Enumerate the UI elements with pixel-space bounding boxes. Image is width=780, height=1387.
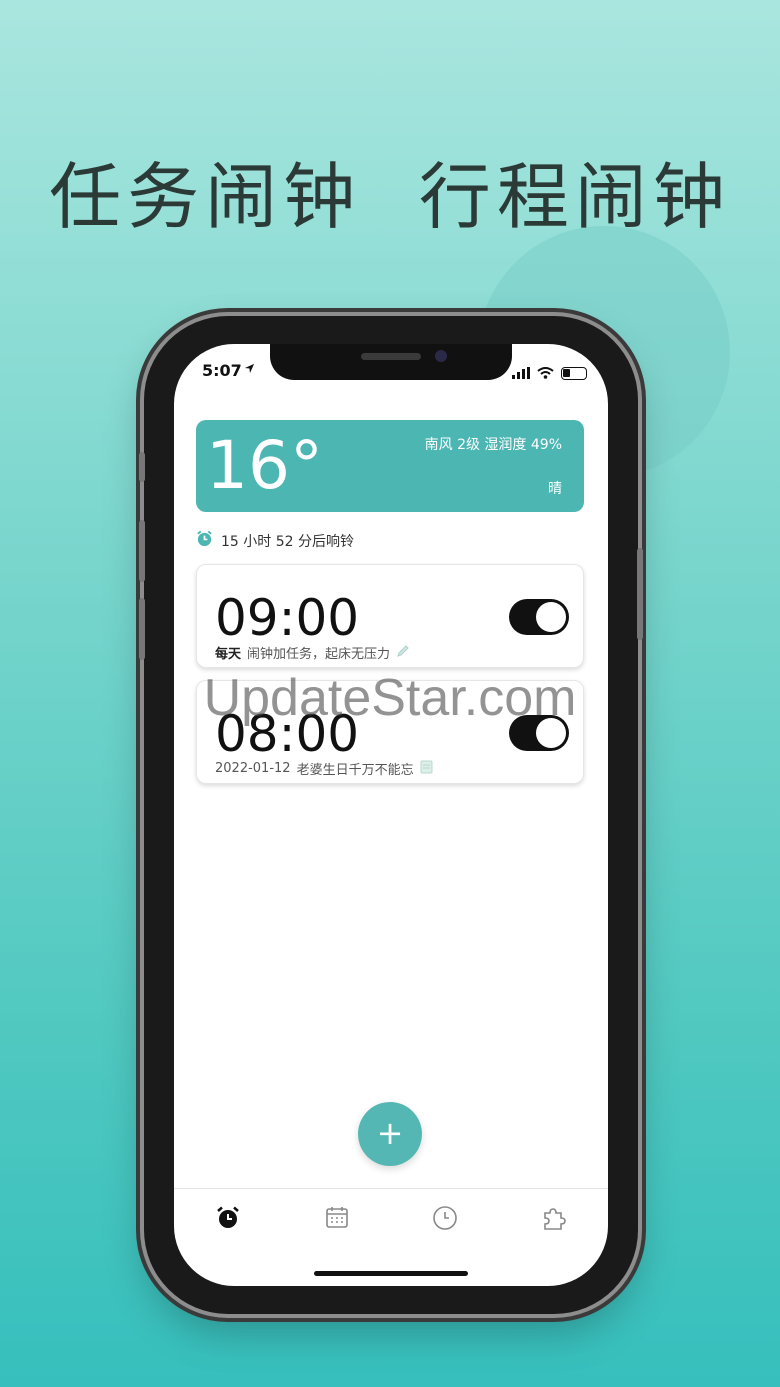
promo-headline: 任务闹钟 行程闹钟 — [49, 155, 731, 239]
front-camera — [435, 350, 447, 362]
signal-icon — [512, 364, 530, 383]
tab-plugins[interactable] — [500, 1189, 609, 1248]
pencil-icon — [396, 644, 410, 662]
speaker — [361, 353, 421, 360]
home-indicator — [314, 1271, 468, 1276]
phone-volume-down — [139, 598, 145, 660]
phone-screen: 5:07 16° 南风 2级 湿润度 49% 晴 15 小时 52 分后响铃 0… — [174, 344, 608, 1286]
alarm-clock-icon — [196, 530, 213, 551]
alarm-clock-icon — [215, 1205, 241, 1248]
watermark: UpdateStar.com — [203, 669, 577, 727]
battery-icon — [561, 367, 587, 380]
tab-alarm[interactable] — [174, 1189, 283, 1248]
countdown-text: 15 小时 52 分后响铃 — [221, 533, 354, 550]
alarm-repeat: 每天 — [215, 647, 242, 662]
weather-condition: 晴 — [548, 481, 562, 497]
next-alarm-countdown: 15 小时 52 分后响铃 — [196, 530, 354, 551]
alarm-label: 老婆生日千万不能忘 — [296, 763, 414, 778]
notch — [270, 344, 512, 380]
alarm-card[interactable]: 09:00 每天 闹钟加任务，起床无压力 — [196, 564, 584, 668]
alarm-subtitle: 每天 闹钟加任务，起床无压力 — [215, 643, 410, 662]
location-arrow-icon — [244, 363, 255, 378]
alarm-label: 闹钟加任务，起床无压力 — [247, 647, 391, 662]
alarm-toggle[interactable] — [509, 599, 569, 635]
tab-calendar[interactable] — [283, 1189, 392, 1248]
weather-card[interactable]: 16° 南风 2级 湿润度 49% 晴 — [196, 420, 584, 512]
wifi-icon — [537, 364, 554, 383]
tab-clock[interactable] — [391, 1189, 500, 1248]
weather-detail: 南风 2级 湿润度 49% — [424, 437, 562, 453]
clock-icon — [432, 1205, 458, 1248]
add-alarm-button[interactable]: + — [358, 1102, 422, 1166]
alarm-subtitle: 2022-01-12 老婆生日千万不能忘 — [215, 759, 433, 778]
phone-volume-up — [139, 520, 145, 582]
tab-bar — [174, 1188, 608, 1248]
status-icons — [512, 364, 587, 383]
status-time: 5:07 — [202, 361, 242, 380]
note-icon — [420, 760, 433, 778]
puzzle-icon — [541, 1205, 567, 1248]
toggle-knob — [536, 602, 566, 632]
alarm-date: 2022-01-12 — [215, 761, 291, 776]
weather-temperature: 16° — [206, 427, 323, 504]
calendar-icon — [325, 1205, 349, 1248]
phone-power-button — [637, 548, 643, 640]
phone-mute-switch — [139, 452, 145, 482]
